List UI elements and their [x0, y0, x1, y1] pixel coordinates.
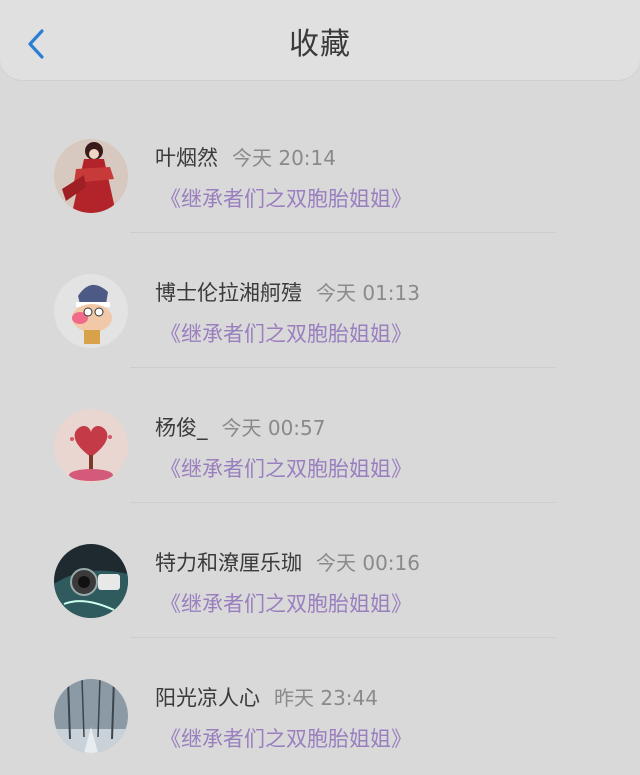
story-link[interactable]: 《继承者们之双胞胎姐姐》 [160, 588, 412, 618]
story-link[interactable]: 《继承者们之双胞胎姐姐》 [160, 723, 412, 753]
timestamp: 昨天 23:44 [274, 686, 378, 710]
user-name[interactable]: 博士伦拉湘舸殪 [155, 281, 302, 305]
story-link[interactable]: 《继承者们之双胞胎姐姐》 [160, 183, 412, 213]
cartoon-detective-avatar [54, 274, 128, 348]
heart-tree-avatar [54, 409, 128, 483]
user-name[interactable]: 杨俊_ [155, 416, 208, 440]
avatar[interactable] [54, 139, 128, 213]
favorite-item[interactable]: 阳光凉人心 昨天 23:44 《继承者们之双胞胎姐姐》 [0, 640, 640, 775]
divider [130, 502, 555, 503]
favorite-item[interactable]: 叶烟然 今天 20:14 《继承者们之双胞胎姐姐》 [0, 100, 640, 235]
snowy-forest-avatar [54, 679, 128, 753]
timestamp: 今天 00:57 [221, 416, 326, 440]
favorite-item[interactable]: 博士伦拉湘舸殪 今天 01:13 《继承者们之双胞胎姐姐》 [0, 235, 640, 370]
divider [130, 232, 555, 233]
avatar[interactable] [54, 274, 128, 348]
divider [130, 367, 555, 368]
divider [130, 637, 555, 638]
story-link[interactable]: 《继承者们之双胞胎姐姐》 [160, 318, 412, 348]
story-link[interactable]: 《继承者们之双胞胎姐姐》 [160, 453, 412, 483]
page-title: 收藏 [289, 27, 351, 62]
anime-girl-red-avatar [54, 139, 128, 213]
timestamp: 今天 00:16 [316, 551, 420, 575]
avatar[interactable] [54, 409, 128, 483]
favorite-item[interactable]: 杨俊_ 今天 00:57 《继承者们之双胞胎姐姐》 [0, 370, 640, 505]
timestamp: 今天 20:14 [232, 146, 336, 170]
user-name[interactable]: 叶烟然 [155, 146, 218, 170]
user-name[interactable]: 阳光凉人心 [155, 686, 260, 710]
favorite-item[interactable]: 特力和潦厘乐珈 今天 00:16 《继承者们之双胞胎姐姐》 [0, 505, 640, 640]
avatar[interactable] [54, 679, 128, 753]
avatar[interactable] [54, 544, 128, 618]
camera-photo-avatar [54, 544, 128, 618]
timestamp: 今天 01:13 [316, 281, 420, 305]
user-name[interactable]: 特力和潦厘乐珈 [155, 551, 302, 575]
